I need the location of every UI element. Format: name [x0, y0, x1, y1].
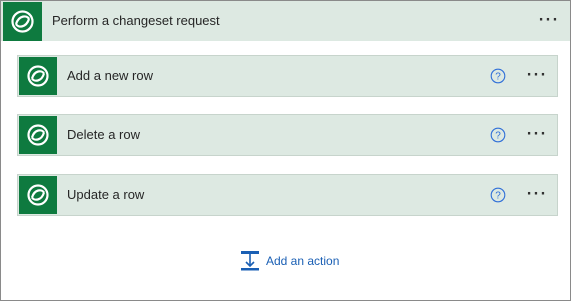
add-action-icon: [239, 250, 261, 272]
action-card-update-a-row[interactable]: Update a row ? ···: [17, 174, 558, 216]
action-title: Update a row: [67, 187, 145, 202]
changeset-scope: Perform a changeset request ··· Add a ne…: [0, 0, 571, 301]
scope-header[interactable]: Perform a changeset request ···: [1, 1, 570, 41]
scope-more-options-button[interactable]: ···: [535, 11, 563, 31]
dataverse-icon: [19, 176, 57, 214]
action-more-options-button[interactable]: ···: [523, 66, 551, 86]
help-icon[interactable]: ?: [490, 127, 506, 143]
dataverse-icon: [19, 57, 57, 95]
action-more-options-button[interactable]: ···: [523, 185, 551, 205]
action-card-delete-a-row[interactable]: Delete a row ? ···: [17, 114, 558, 156]
action-title: Add a new row: [67, 68, 153, 83]
add-action-label: Add an action: [266, 254, 340, 268]
svg-text:?: ?: [495, 131, 501, 142]
svg-text:?: ?: [495, 191, 501, 202]
svg-text:?: ?: [495, 72, 501, 83]
help-icon[interactable]: ?: [490, 68, 506, 84]
add-an-action-button[interactable]: Add an action: [239, 250, 339, 272]
action-title: Delete a row: [67, 127, 140, 142]
help-icon[interactable]: ?: [490, 187, 506, 203]
dataverse-icon: [3, 2, 42, 41]
action-more-options-button[interactable]: ···: [523, 125, 551, 145]
dataverse-icon: [19, 116, 57, 154]
action-card-add-a-new-row[interactable]: Add a new row ? ···: [17, 55, 558, 97]
scope-title: Perform a changeset request: [52, 13, 220, 28]
